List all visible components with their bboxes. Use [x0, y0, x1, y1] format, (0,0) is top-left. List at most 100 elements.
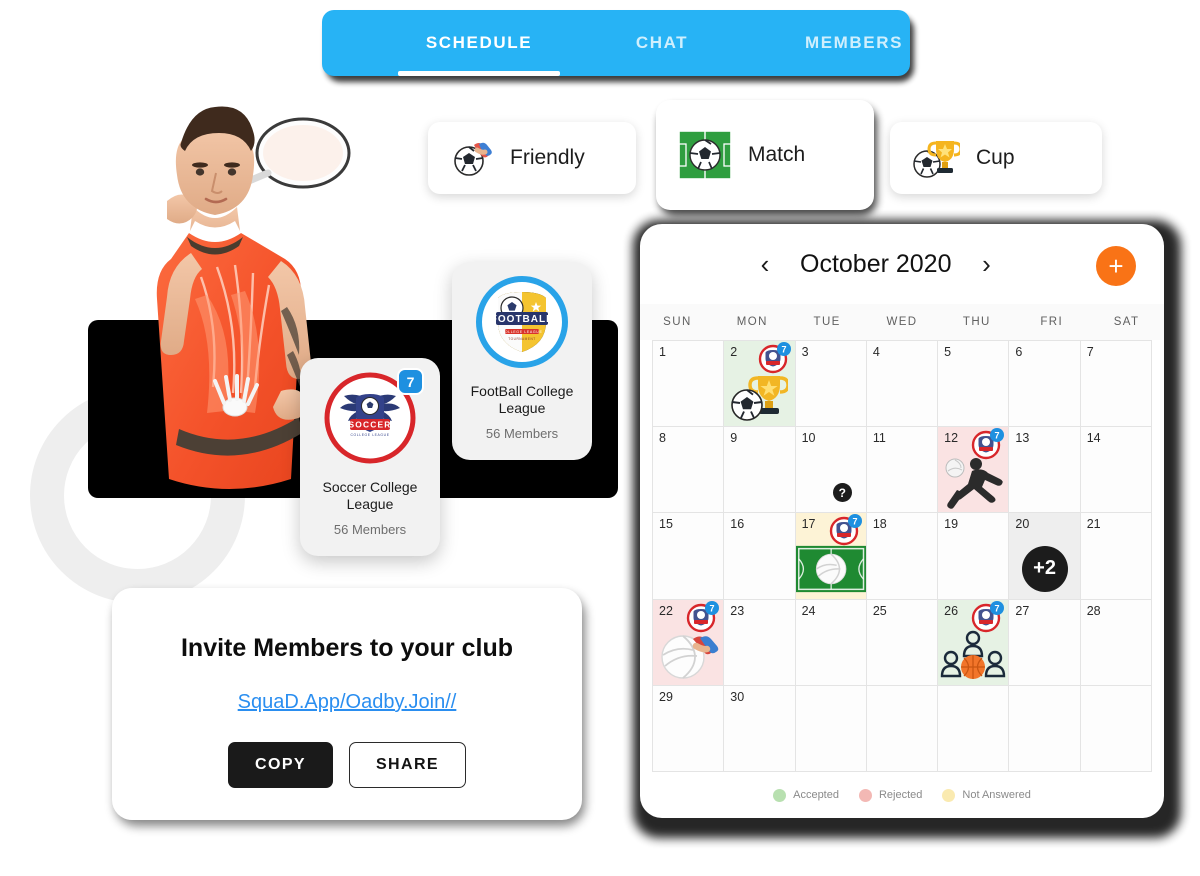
club-card-football[interactable]: FOOTBALL COLLEGE LEAGUE TOURNAMENT FootB…	[452, 262, 592, 460]
calendar-day-number: 29	[659, 689, 673, 704]
svg-text:SOCCER: SOCCER	[348, 420, 391, 430]
invite-link[interactable]: SquaD.App/Oadby.Join//	[238, 691, 457, 714]
calendar-day-24[interactable]: 24	[795, 599, 867, 686]
calendar-day-28[interactable]: 28	[1080, 599, 1152, 686]
calendar-day-9[interactable]: 9	[724, 427, 796, 514]
calendar-day-number: 30	[730, 689, 745, 704]
calendar-overflow-wrapper: +2	[1009, 539, 1079, 598]
calendar-day-7[interactable]: 7	[1080, 341, 1152, 428]
calendar-day-10[interactable]: 10?	[795, 427, 867, 514]
event-type-friendly[interactable]: Friendly	[428, 122, 636, 194]
calendar-day-23[interactable]: 23	[724, 599, 796, 686]
svg-text:COLLEGE LEAGUE: COLLEGE LEAGUE	[502, 330, 543, 334]
calendar-weekday-header: SUN MON TUE WED THU FRI SAT	[640, 304, 1164, 340]
calendar-title: October 2020	[800, 249, 952, 278]
calendar-event-art[interactable]	[653, 626, 723, 685]
chevron-right-icon[interactable]: ›	[978, 251, 996, 277]
calendar-day-number: 3	[801, 345, 809, 359]
calendar-day-empty	[1080, 685, 1152, 772]
calendar-day-2[interactable]: 2 7	[724, 341, 796, 428]
event-type-cup[interactable]: Cup	[890, 122, 1102, 194]
calendar-day-30[interactable]: 30	[724, 685, 796, 772]
legend-accepted: Accepted	[773, 788, 839, 802]
legend-dot-accepted	[773, 788, 787, 802]
tab-members[interactable]: MEMBERS	[774, 10, 910, 76]
calendar-day-13[interactable]: 13	[1009, 427, 1081, 514]
calendar-day-number: 22	[659, 603, 673, 618]
soccer-ball-handshake-icon	[454, 142, 492, 176]
calendar-event-art[interactable]	[724, 367, 794, 426]
calendar-day-18[interactable]: 18	[866, 513, 939, 600]
calendar-more-events-badge[interactable]: +2	[1021, 545, 1068, 592]
add-event-button[interactable]: +	[1096, 246, 1136, 286]
calendar-day-number: 20	[1015, 517, 1030, 532]
calendar-day-16[interactable]: 16	[724, 513, 796, 600]
calendar-day-number: 16	[730, 517, 745, 532]
copy-button[interactable]: COPY	[228, 742, 333, 788]
soccer-ball-trophy-icon	[913, 141, 960, 178]
tab-members-label: MEMBERS	[804, 33, 904, 52]
calendar-day-number: 24	[801, 603, 816, 618]
football-college-crest-icon: FOOTBALL COLLEGE LEAGUE TOURNAMENT	[476, 276, 568, 368]
calendar-nav: ‹ October 2020 ›	[756, 250, 996, 279]
calendar-day-14[interactable]: 14	[1080, 427, 1152, 514]
calendar-day-5[interactable]: 5	[938, 341, 1010, 428]
weekday-sun: SUN	[663, 316, 692, 328]
calendar-day-number: 12	[944, 431, 959, 446]
calendar-day-number: 17	[801, 517, 816, 532]
tab-schedule[interactable]: SCHEDULE	[384, 10, 574, 76]
calendar-grid: 12 7 3 4 5 6 7 8 9 10? 11 12 7 13 14 15 …	[652, 340, 1152, 772]
calendar-header: ‹ October 2020 › +	[640, 224, 1164, 304]
calendar-event-art[interactable]	[938, 626, 1008, 685]
invite-title: Invite Members to your club	[180, 634, 513, 662]
calendar-day-3[interactable]: 3	[795, 341, 867, 428]
calendar-day-number: 21	[1086, 517, 1101, 532]
event-type-match[interactable]: Match	[656, 100, 874, 210]
calendar-unknown-marker-icon[interactable]: ?	[832, 483, 852, 503]
calendar-day-number: 15	[659, 517, 673, 532]
club-members-football: 56 Members	[485, 426, 559, 442]
event-type-cup-label: Cup	[976, 146, 1015, 169]
calendar-day-6[interactable]: 6	[1009, 341, 1081, 428]
calendar-day-15[interactable]: 15	[653, 513, 725, 600]
legend-label-accepted: Accepted	[793, 789, 839, 801]
tab-schedule-label: SCHEDULE	[425, 33, 533, 52]
tab-bar: SCHEDULE CHAT MEMBERS	[322, 10, 910, 76]
invite-card: Invite Members to your club SquaD.App/Oa…	[112, 588, 582, 820]
calendar-day-20[interactable]: 20 +2	[1009, 513, 1081, 600]
calendar-day-29[interactable]: 29	[653, 685, 725, 772]
chevron-left-icon[interactable]: ‹	[756, 251, 774, 277]
club-members-soccer: 56 Members	[333, 522, 407, 538]
calendar-day-8[interactable]: 8	[653, 427, 725, 514]
weekday-fri: FRI	[1040, 316, 1064, 328]
calendar-day-number: 10	[801, 431, 816, 446]
calendar-day-number: 14	[1086, 431, 1101, 446]
calendar-day-empty	[1009, 685, 1081, 772]
share-button[interactable]: SHARE	[348, 742, 466, 788]
legend-label-not-answered: Not Answered	[962, 789, 1031, 801]
calendar-day-empty	[938, 685, 1010, 772]
calendar-day-21[interactable]: 21	[1080, 513, 1152, 600]
invite-actions: COPY SHARE	[228, 742, 466, 788]
calendar-day-17[interactable]: 17 7	[795, 513, 867, 600]
calendar-day-number: 9	[730, 431, 738, 446]
calendar-day-26[interactable]: 26 7	[938, 599, 1010, 686]
calendar-event-art[interactable]	[795, 539, 866, 598]
calendar-day-number: 4	[872, 345, 880, 359]
calendar-day-12[interactable]: 12 7	[938, 427, 1010, 514]
club-card-soccer[interactable]: SOCCER COLLEGE LEAGUE 7 Soccer College L…	[300, 358, 440, 556]
calendar-day-1[interactable]: 1	[653, 341, 725, 428]
calendar-day-19[interactable]: 19	[938, 513, 1010, 600]
calendar-day-11[interactable]: 11	[866, 427, 939, 514]
club-name-soccer: Soccer College League	[322, 479, 418, 513]
tab-chat[interactable]: CHAT	[602, 10, 722, 76]
calendar-day-27[interactable]: 27	[1009, 599, 1081, 686]
svg-text:COLLEGE LEAGUE: COLLEGE LEAGUE	[350, 433, 389, 437]
legend-rejected: Rejected	[858, 788, 922, 802]
calendar-event-art[interactable]	[938, 453, 1008, 512]
legend-dot-not-answered	[942, 788, 956, 802]
calendar-day-22[interactable]: 22 7	[653, 599, 725, 686]
calendar-day-25[interactable]: 25	[866, 599, 939, 686]
pitch-volleyball-icon	[795, 545, 866, 593]
calendar-day-4[interactable]: 4	[866, 341, 939, 428]
